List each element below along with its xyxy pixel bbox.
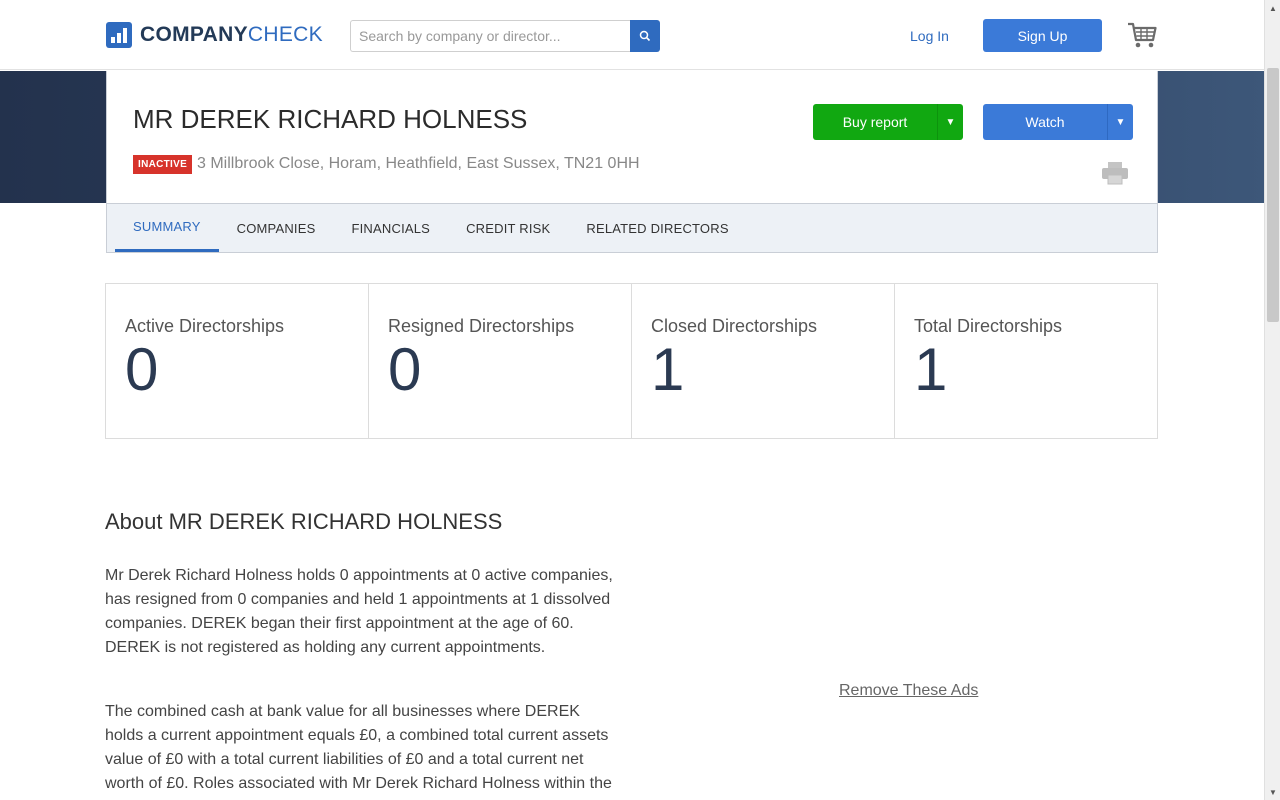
tab-companies[interactable]: COMPANIES [219, 204, 334, 252]
bar-chart-logo-icon [106, 22, 132, 48]
companycheck-logo[interactable]: COMPANYCHECK [106, 22, 323, 48]
stat-value: 0 [388, 336, 422, 403]
buy-report-button[interactable]: Buy report [813, 104, 937, 140]
stat-label: Total Directorships [914, 316, 1063, 336]
vertical-scrollbar[interactable]: ▲ ▼ [1264, 0, 1280, 800]
scroll-up-arrow-icon[interactable]: ▲ [1265, 0, 1280, 16]
status-badge: INACTIVE [133, 155, 193, 174]
scroll-thumb[interactable] [1267, 68, 1279, 322]
stat-resigned-directorships: Resigned Directorships 0 [369, 284, 632, 438]
tab-bar: SUMMARY COMPANIES FINANCIALS CREDIT RISK… [106, 203, 1158, 253]
directorship-stats: Active Directorships 0 Resigned Director… [105, 283, 1158, 439]
tab-summary[interactable]: SUMMARY [115, 204, 219, 252]
tab-related-directors[interactable]: RELATED DIRECTORS [568, 204, 746, 252]
stat-active-directorships: Active Directorships 0 [106, 284, 369, 438]
stat-value: 1 [914, 336, 948, 403]
tab-financials[interactable]: FINANCIALS [333, 204, 448, 252]
stat-label: Resigned Directorships [388, 316, 575, 336]
top-header: COMPANYCHECK Log In Sign Up [0, 0, 1264, 70]
watch-group: Watch ▼ [983, 104, 1133, 140]
signup-button[interactable]: Sign Up [983, 19, 1102, 52]
about-paragraph: The combined cash at bank value for all … [105, 703, 612, 792]
remove-ads-link[interactable]: Remove These Ads [839, 682, 978, 700]
stat-total-directorships: Total Directorships 1 [895, 284, 1157, 438]
search-button[interactable] [630, 20, 660, 52]
stat-label: Active Directorships [125, 316, 285, 336]
print-icon[interactable] [1101, 161, 1129, 190]
buy-report-group: Buy report ▼ [813, 104, 963, 140]
page-title: MR DEREK RICHARD HOLNESS [133, 104, 528, 134]
search-bar [350, 20, 660, 52]
caret-down-icon: ▼ [945, 116, 956, 128]
about-paragraph: Mr Derek Richard Holness holds 0 appoint… [105, 567, 613, 656]
logo-text: COMPANYCHECK [140, 23, 323, 46]
login-link[interactable]: Log In [910, 28, 949, 44]
caret-down-icon: ▼ [1115, 116, 1126, 128]
search-input[interactable] [350, 20, 630, 52]
stat-value: 0 [125, 336, 159, 403]
stat-value: 1 [651, 336, 685, 403]
watch-dropdown[interactable]: ▼ [1107, 104, 1133, 140]
buy-report-dropdown[interactable]: ▼ [937, 104, 963, 140]
stat-label: Closed Directorships [651, 316, 818, 336]
tab-credit-risk[interactable]: CREDIT RISK [448, 204, 568, 252]
search-icon [639, 30, 651, 42]
watch-button[interactable]: Watch [983, 104, 1107, 140]
stat-closed-directorships: Closed Directorships 1 [632, 284, 895, 438]
cart-icon[interactable] [1127, 21, 1157, 54]
scroll-down-arrow-icon[interactable]: ▼ [1265, 784, 1280, 800]
profile-card: MR DEREK RICHARD HOLNESS INACTIVE 3 Mill… [106, 71, 1158, 204]
director-address: 3 Millbrook Close, Horam, Heathfield, Ea… [197, 155, 640, 172]
about-heading: About MR DEREK RICHARD HOLNESS [105, 509, 503, 534]
